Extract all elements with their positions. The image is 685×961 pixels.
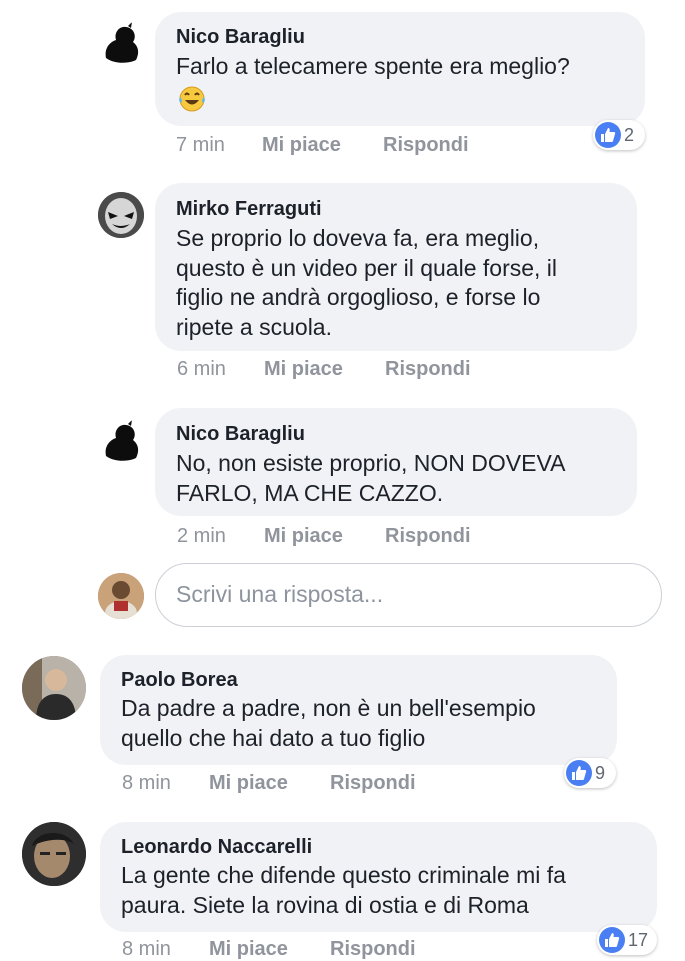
reply-input[interactable]: [176, 581, 636, 608]
comment-time: 8 min: [122, 938, 171, 960]
comment-author[interactable]: Paolo Borea: [121, 669, 238, 692]
avatar[interactable]: [98, 418, 144, 464]
reply-button[interactable]: Rispondi: [385, 358, 471, 381]
comment-text: La gente che difende questo criminale mi…: [121, 862, 566, 918]
silhouette-icon: [105, 420, 139, 461]
comment-time: 2 min: [177, 525, 226, 547]
comment-text: Farlo a telecamere spente era meglio?: [176, 53, 570, 79]
avatar[interactable]: [98, 192, 144, 238]
comment-author[interactable]: Leonardo Naccarelli: [121, 836, 312, 859]
comment-time: 6 min: [177, 358, 226, 380]
comment-time: 8 min: [122, 772, 171, 794]
avatar[interactable]: [22, 656, 86, 720]
reaction-count: 9: [595, 762, 606, 783]
like-thumb-icon: [566, 760, 592, 786]
current-user-avatar: [98, 573, 144, 619]
comment-author[interactable]: Nico Baragliu: [176, 26, 305, 49]
comment-text: No, non esiste proprio, NON DOVEVA FARLO…: [176, 450, 566, 506]
reaction-count: 17: [628, 929, 649, 950]
reply-button[interactable]: Rispondi: [383, 134, 469, 157]
reply-button[interactable]: Rispondi: [385, 525, 471, 548]
laughing-emoji-icon: [177, 86, 207, 112]
comment-text: Da padre a padre, non è un bell'esempio …: [121, 695, 536, 751]
user-photo-icon: [98, 573, 144, 619]
reaction-badge[interactable]: 2: [593, 120, 645, 150]
comment-text: Se proprio lo doveva fa, era meglio, que…: [176, 225, 558, 340]
reaction-badge[interactable]: 9: [564, 758, 616, 788]
mask-face-icon: [98, 192, 144, 238]
reaction-badge[interactable]: 17: [597, 925, 657, 955]
reply-button[interactable]: Rispondi: [330, 938, 416, 961]
avatar[interactable]: [98, 20, 144, 66]
like-button[interactable]: Mi piace: [264, 358, 343, 381]
comment-time: 7 min: [176, 134, 225, 156]
like-thumb-icon: [599, 927, 625, 953]
like-button[interactable]: Mi piace: [264, 525, 343, 548]
user-photo-icon: [22, 822, 86, 886]
avatar[interactable]: [22, 822, 86, 886]
like-thumb-icon: [595, 122, 621, 148]
silhouette-icon: [105, 22, 139, 63]
user-photo-icon: [22, 656, 86, 720]
like-button[interactable]: Mi piace: [262, 134, 341, 157]
comment-author[interactable]: Mirko Ferraguti: [176, 198, 322, 221]
comment-author[interactable]: Nico Baragliu: [176, 423, 305, 446]
like-button[interactable]: Mi piace: [209, 772, 288, 795]
reply-button[interactable]: Rispondi: [330, 772, 416, 795]
reaction-count: 2: [624, 124, 635, 145]
like-button[interactable]: Mi piace: [209, 938, 288, 961]
reply-input-box[interactable]: [155, 563, 662, 627]
